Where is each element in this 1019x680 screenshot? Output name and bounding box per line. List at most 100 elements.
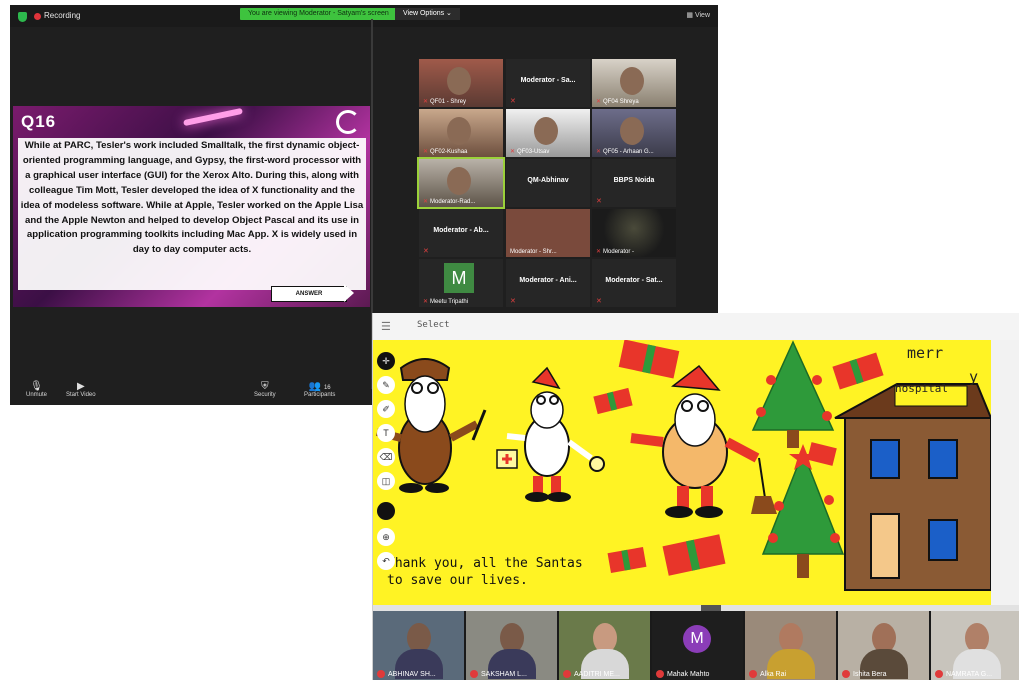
participant-tile[interactable]: Moderator - Sat... ✕ (592, 259, 676, 307)
participant-name-text: Alka Rai (760, 670, 787, 678)
view-options-button[interactable]: View Options ⌄ (395, 8, 460, 20)
hamburger-icon[interactable]: ☰ (381, 320, 391, 333)
participant-face (447, 67, 471, 95)
vertical-scrollbar[interactable] (991, 340, 1019, 605)
video-tile[interactable]: SAKSHAM L... (466, 611, 557, 680)
participant-tile[interactable]: ✕ QF02-Kushaa (419, 109, 503, 157)
participants-button[interactable]: 👥 16 Participants (304, 381, 335, 398)
participant-tile-active[interactable]: ✕ Moderator-Rad... (417, 157, 505, 209)
mic-muted-icon: ✕ (596, 149, 602, 155)
avatar: M (683, 625, 711, 653)
participant-tile[interactable]: ✕ QF05 - Arhaan G... (592, 109, 676, 157)
shield-icon: ⛨ (261, 381, 269, 392)
participants-label: Participants (304, 392, 336, 398)
video-tile[interactable]: Ishita Bera (838, 611, 929, 680)
mic-muted-icon (563, 670, 571, 678)
participant-tile[interactable]: QM-Abhinav (506, 159, 590, 207)
answer-button[interactable]: ANSWER (271, 286, 347, 302)
participant-tile[interactable]: M ✕ Meetu Tripathi (419, 259, 503, 307)
move-icon[interactable]: ✛ (377, 352, 395, 370)
shared-slide: Q16 While at PARC, Tesler's work include… (13, 106, 370, 307)
participant-tile[interactable]: BBPS Noida ✕ (592, 159, 676, 207)
mic-muted-icon: ✕ (423, 248, 429, 255)
pen-icon[interactable]: ✎ (377, 376, 395, 394)
mic-muted-icon: ✕ (596, 99, 602, 105)
text-icon[interactable]: T (377, 424, 395, 442)
participant-name: ✕ QF03-Utsav (510, 148, 549, 155)
participant-name-text: QF01 - Shrey (430, 99, 467, 105)
santa-figure-3 (630, 364, 777, 518)
mic-muted-icon (935, 670, 943, 678)
merry-text: merr (907, 344, 944, 362)
pencil-icon[interactable]: ✐ (377, 400, 395, 418)
arrow-right-icon (344, 284, 354, 302)
participant-title: QM-Abhinav (527, 177, 569, 184)
participant-name: ✕ QF01 - Shrey (423, 98, 466, 105)
mic-muted-icon: ✕ (596, 298, 602, 305)
participant-tile[interactable]: Moderator - Sa... ✕ (506, 59, 590, 107)
mic-muted-icon: ✕ (510, 98, 516, 105)
security-button[interactable]: ⛨ Security (254, 381, 276, 398)
video-tile[interactable]: AADITRI ME... (559, 611, 650, 680)
participant-name-text: Moderator - Shr... (510, 249, 557, 255)
unmute-button[interactable]: 🎙 Unmute (26, 381, 47, 398)
participant-name: Mahak Mahto (656, 670, 709, 678)
color-picker-icon[interactable] (377, 502, 395, 520)
video-off-icon: ▶ (76, 381, 85, 392)
participant-name: ABHINAV SH... (377, 670, 436, 678)
hospital-house (834, 383, 991, 591)
drawing-canvas[interactable]: merr y hospital Thank you, all the Santa… (373, 340, 991, 605)
view-button[interactable]: ▦ View (686, 11, 710, 19)
participant-name: ✕ QF04 Shreya (596, 98, 639, 105)
participant-name: ✕ Moderator - (596, 248, 634, 255)
undo-icon[interactable]: ↶ (377, 552, 395, 570)
participant-tile[interactable]: ✕ Moderator - (592, 209, 676, 257)
start-video-button[interactable]: ▶ Start Video (66, 381, 96, 398)
mic-muted-icon: ✕ (596, 198, 602, 205)
mic-muted-icon: ✕ (423, 149, 429, 155)
shapes-icon[interactable]: ◫ (377, 472, 395, 490)
avatar: M (444, 263, 474, 293)
thanks-text: Thank you, all the Santas to save our li… (387, 556, 583, 588)
gift-icon (662, 534, 726, 576)
recording-label: Recording (44, 11, 81, 20)
whiteboard-window: ☰ Select merr y hospital Thank you, all … (372, 313, 1019, 680)
participant-face (447, 117, 471, 145)
gift-icon (618, 340, 680, 379)
unmute-label: Unmute (26, 392, 48, 398)
participant-name-text: Ishita Bera (853, 670, 887, 678)
participant-name-text: ABHINAV SH... (388, 670, 436, 678)
mic-muted-icon (842, 670, 850, 678)
logo-icon (336, 110, 360, 134)
mic-muted-icon (470, 670, 478, 678)
zoom-icon[interactable]: ⊕ (377, 528, 395, 546)
video-tile[interactable]: Alka Rai (745, 611, 836, 680)
participant-tile[interactable]: ✕ QF04 Shreya (592, 59, 676, 107)
participant-name-text: Moderator - (603, 249, 635, 255)
christmas-tree-icon (751, 340, 835, 448)
mic-muted-icon: ✕ (510, 149, 516, 155)
participant-name-text: SAKSHAM L... (481, 670, 527, 678)
gift-icon (593, 387, 633, 415)
participant-name-text: QF02-Kushaa (430, 149, 468, 155)
participant-tile[interactable]: Moderator - Ab... ✕ (419, 209, 503, 257)
santa-figure-2 (496, 366, 605, 502)
participant-name: ✕ Moderator-Rad... (423, 198, 475, 205)
recording-icon (34, 13, 41, 20)
participant-tile[interactable]: ✕ QF03-Utsav (506, 109, 590, 157)
participant-name: Alka Rai (749, 670, 786, 678)
start-video-label: Start Video (66, 392, 96, 398)
participant-name: SAKSHAM L... (470, 670, 527, 678)
video-tile[interactable]: ABHINAV SH... (373, 611, 464, 680)
mic-muted-icon: ✕ (423, 99, 429, 105)
shield-icon[interactable] (18, 12, 27, 22)
video-tile[interactable]: NAMRATA G... (931, 611, 1019, 680)
participant-tile[interactable]: Moderator - Ani... ✕ (506, 259, 590, 307)
merry-text-y: y (969, 368, 979, 386)
mic-muted-icon: 🎙 (30, 381, 43, 392)
video-tile[interactable]: M Mahak Mahto (652, 611, 743, 680)
eraser-icon[interactable]: ⌫ (377, 448, 395, 466)
security-label: Security (254, 392, 276, 398)
participant-tile[interactable]: ✕ QF01 - Shrey (419, 59, 503, 107)
participant-tile[interactable]: Moderator - Shr... (506, 209, 590, 257)
